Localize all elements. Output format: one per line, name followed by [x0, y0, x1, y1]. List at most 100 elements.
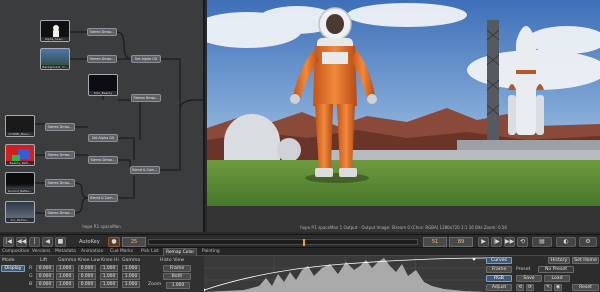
- thumb-ground-beauty[interactable]: Gr3DBt_Beau...: [5, 115, 35, 137]
- redo-icon[interactable]: ⟳: [526, 284, 534, 291]
- rewind-button[interactable]: ◀◀: [16, 237, 27, 247]
- r-lift-field[interactable]: 0.000: [36, 265, 54, 272]
- r-gamma2-field[interactable]: 1.000: [122, 265, 140, 272]
- set-home-button[interactable]: Set Home: [572, 257, 599, 264]
- current-frame-field[interactable]: 51: [423, 237, 447, 247]
- curve-frame-button[interactable]: Frame: [486, 266, 512, 273]
- eyedropper-icon[interactable]: ✎: [544, 284, 552, 291]
- autokey-toggle[interactable]: AutoKey: [79, 237, 100, 247]
- set-alpha-node-2[interactable]: Set Alpha CD: [88, 134, 118, 142]
- both-button[interactable]: Both: [163, 273, 191, 280]
- tab-painting[interactable]: Painting: [200, 248, 222, 256]
- mode-label: Mode: [2, 258, 15, 263]
- compositing-app: Alpha_Spac... Background_m... Stereo Dms…: [0, 0, 600, 292]
- g-knee-hi-field[interactable]: 1.000: [100, 273, 118, 280]
- stereo-node-2[interactable]: Stereo Dmso...: [87, 55, 117, 63]
- tab-pick-list[interactable]: Pick List: [139, 248, 161, 256]
- load-button[interactable]: Load: [544, 275, 570, 282]
- start-frame-field[interactable]: 25: [122, 237, 146, 247]
- transport-bar: |◀ ◀◀ | ◀ ■ AutoKey ● 25 51 89 ▶ |▶ ▶▶ ⟲…: [0, 234, 600, 248]
- play-button[interactable]: ▶: [478, 237, 489, 247]
- go-start-button[interactable]: |◀: [3, 237, 14, 247]
- thumb-beauty-reflection[interactable]: Beauty_Refl...: [5, 144, 35, 166]
- set-alpha-node-1[interactable]: Set Alpha CD: [131, 55, 161, 63]
- thumb-alpha-spaceman[interactable]: Alpha_Spac...: [40, 20, 70, 42]
- thumb-src-refraction[interactable]: Src_Refrac...: [5, 201, 35, 223]
- thumb-label: Background_m...: [41, 65, 69, 69]
- play-reverse-button[interactable]: ◀: [42, 237, 53, 247]
- loop-button[interactable]: ⟲: [517, 237, 528, 247]
- stereo-node-8[interactable]: Stereo Dmso...: [88, 156, 118, 164]
- stereo-node-5[interactable]: Stereo Dmso...: [45, 151, 75, 159]
- stereo-node-4[interactable]: Stereo Dmso...: [45, 123, 75, 131]
- r-knee-hi-field[interactable]: 1.000: [100, 265, 118, 272]
- playhead[interactable]: [303, 239, 305, 246]
- zoom-label: Zoom: [148, 282, 162, 287]
- curve-controls: Curves History Set Home Frame Preset No …: [486, 256, 600, 292]
- g-lift-field[interactable]: 0.000: [36, 273, 54, 280]
- tab-composition[interactable]: Composition: [0, 248, 31, 256]
- thumb-label: Ground_Reflec...: [6, 189, 34, 193]
- col-header-knee-low: Knee Low: [78, 258, 101, 263]
- image-viewer[interactable]: hope P.1 spaceMan 1 Output - Output Imag…: [207, 0, 600, 232]
- g-gamma-field[interactable]: 1.000: [56, 273, 74, 280]
- tab-remap-color[interactable]: Remap Color: [163, 248, 198, 256]
- g-gamma2-field[interactable]: 1.000: [122, 273, 140, 280]
- viewer-option-button[interactable]: ▤: [532, 237, 552, 247]
- thumb-label: Src_Refrac...: [6, 218, 34, 222]
- stereo-node-7[interactable]: Stereo Dmso...: [45, 209, 75, 217]
- tab-cue-marks[interactable]: Cue Marks: [108, 248, 135, 256]
- channel-r-label: R: [29, 266, 33, 271]
- thumb-ground-reflection[interactable]: Ground_Reflec...: [5, 172, 35, 194]
- b-gamma-field[interactable]: 1.000: [56, 281, 74, 288]
- curves-button[interactable]: Curves: [486, 257, 512, 264]
- thumb-solo-beauty[interactable]: Solo_Beauty: [88, 74, 118, 96]
- render-image: [207, 0, 600, 222]
- rgb-dropdown[interactable]: RGB: [486, 275, 512, 282]
- col-header-knee-hi: Knee Hi: [101, 258, 119, 263]
- blend-composite-node-2[interactable]: Blend & Com...: [88, 194, 118, 202]
- thumb-background[interactable]: Background_m...: [40, 48, 70, 70]
- frame-button[interactable]: Frame: [163, 265, 191, 272]
- go-end-button[interactable]: |▶: [491, 237, 502, 247]
- thumb-label: Beauty_Refl...: [6, 161, 34, 165]
- viewer-settings-button[interactable]: ⚙: [579, 237, 597, 247]
- undo-icon[interactable]: ⟲: [516, 284, 524, 291]
- b-knee-hi-field[interactable]: 1.000: [100, 281, 118, 288]
- tab-versions[interactable]: Versions: [30, 248, 52, 256]
- viewer-channel-button[interactable]: ◐: [556, 237, 576, 247]
- stereo-node-1[interactable]: Stereo Dmso...: [87, 28, 117, 36]
- thumb-label: Solo_Beauty: [89, 91, 117, 95]
- r-knee-low-field[interactable]: 0.000: [78, 265, 96, 272]
- tab-animation[interactable]: Animation: [79, 248, 105, 256]
- eye-icon[interactable]: ◉: [554, 284, 562, 291]
- zoom-field[interactable]: 1.000: [166, 282, 190, 289]
- mode-dropdown[interactable]: Display: [1, 265, 25, 272]
- b-knee-low-field[interactable]: 0.000: [78, 281, 96, 288]
- preset-dropdown[interactable]: No Preset: [538, 266, 574, 273]
- g-knee-low-field[interactable]: 0.000: [78, 273, 96, 280]
- adjust-dropdown[interactable]: Adjust: [486, 284, 512, 291]
- stereo-node-6[interactable]: Stereo Dmso...: [45, 179, 75, 187]
- color-histogram[interactable]: [204, 256, 486, 292]
- thumb-label: Gr3DBt_Beau...: [6, 132, 34, 136]
- reset-button[interactable]: Reset: [572, 284, 599, 291]
- fast-forward-button[interactable]: ▶▶: [504, 237, 515, 247]
- tab-metadata[interactable]: Metadata: [53, 248, 78, 256]
- node-graph-caption: hope P.1 spaceMan: [82, 224, 121, 229]
- history-button[interactable]: History: [548, 257, 570, 264]
- r-gamma-field[interactable]: 1.000: [56, 265, 74, 272]
- stop-button[interactable]: ■: [55, 237, 66, 247]
- node-graph-panel[interactable]: Alpha_Spac... Background_m... Stereo Dms…: [0, 0, 205, 232]
- tab-bar: Composition Versions Metadata Animation …: [0, 248, 600, 256]
- channel-g-label: G: [29, 274, 33, 279]
- b-lift-field[interactable]: 0.000: [36, 281, 54, 288]
- stereo-node-3[interactable]: Stereo Dmso...: [131, 94, 161, 102]
- record-key-button[interactable]: ●: [108, 237, 120, 247]
- blend-composite-node-1[interactable]: Blend & Com...: [130, 166, 160, 174]
- step-marker-button[interactable]: |: [29, 237, 40, 247]
- timeline-scrubber[interactable]: [148, 239, 418, 246]
- b-gamma2-field[interactable]: 1.000: [122, 281, 140, 288]
- end-frame-field[interactable]: 89: [449, 237, 473, 247]
- save-button[interactable]: Save: [516, 275, 542, 282]
